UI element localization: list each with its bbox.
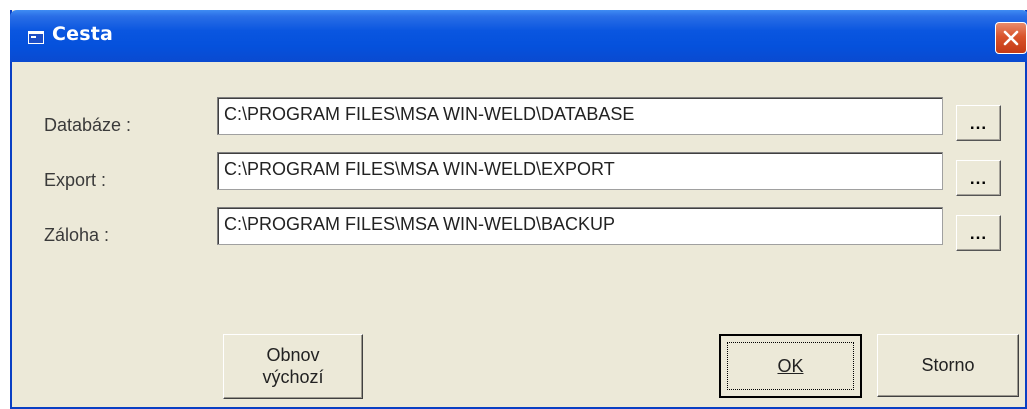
ok-button-label: OK — [777, 356, 804, 376]
export-label: Export : — [44, 170, 107, 190]
close-button[interactable] — [995, 22, 1027, 54]
export-browse-button[interactable]: ... — [956, 160, 1001, 196]
backup-label: Záloha : — [44, 225, 110, 245]
restore-defaults-button[interactable]: Obnov výchozí — [223, 334, 363, 399]
window-app-icon — [28, 31, 44, 44]
dialog-window: Cesta Databáze : C:\PROGRAM FILES\MSA WI… — [10, 10, 1027, 409]
export-path-input[interactable]: C:\PROGRAM FILES\MSA WIN-WELD\EXPORT — [217, 152, 943, 190]
backup-path-input[interactable]: C:\PROGRAM FILES\MSA WIN-WELD\BACKUP — [217, 207, 943, 245]
window-title: Cesta — [52, 23, 114, 45]
database-label: Databáze : — [44, 115, 132, 135]
restore-defaults-label-line2: výchozí — [262, 367, 324, 387]
cancel-button[interactable]: Storno — [877, 334, 1019, 397]
database-browse-button[interactable]: ... — [956, 105, 1001, 141]
cancel-button-label: Storno — [921, 355, 975, 375]
close-icon — [1003, 30, 1019, 46]
restore-defaults-label-line1: Obnov — [266, 345, 320, 365]
title-bar[interactable]: Cesta — [10, 10, 1027, 62]
backup-browse-button[interactable]: ... — [956, 215, 1001, 251]
ok-button[interactable]: OK — [719, 334, 862, 398]
database-path-input[interactable]: C:\PROGRAM FILES\MSA WIN-WELD\DATABASE — [217, 97, 943, 135]
